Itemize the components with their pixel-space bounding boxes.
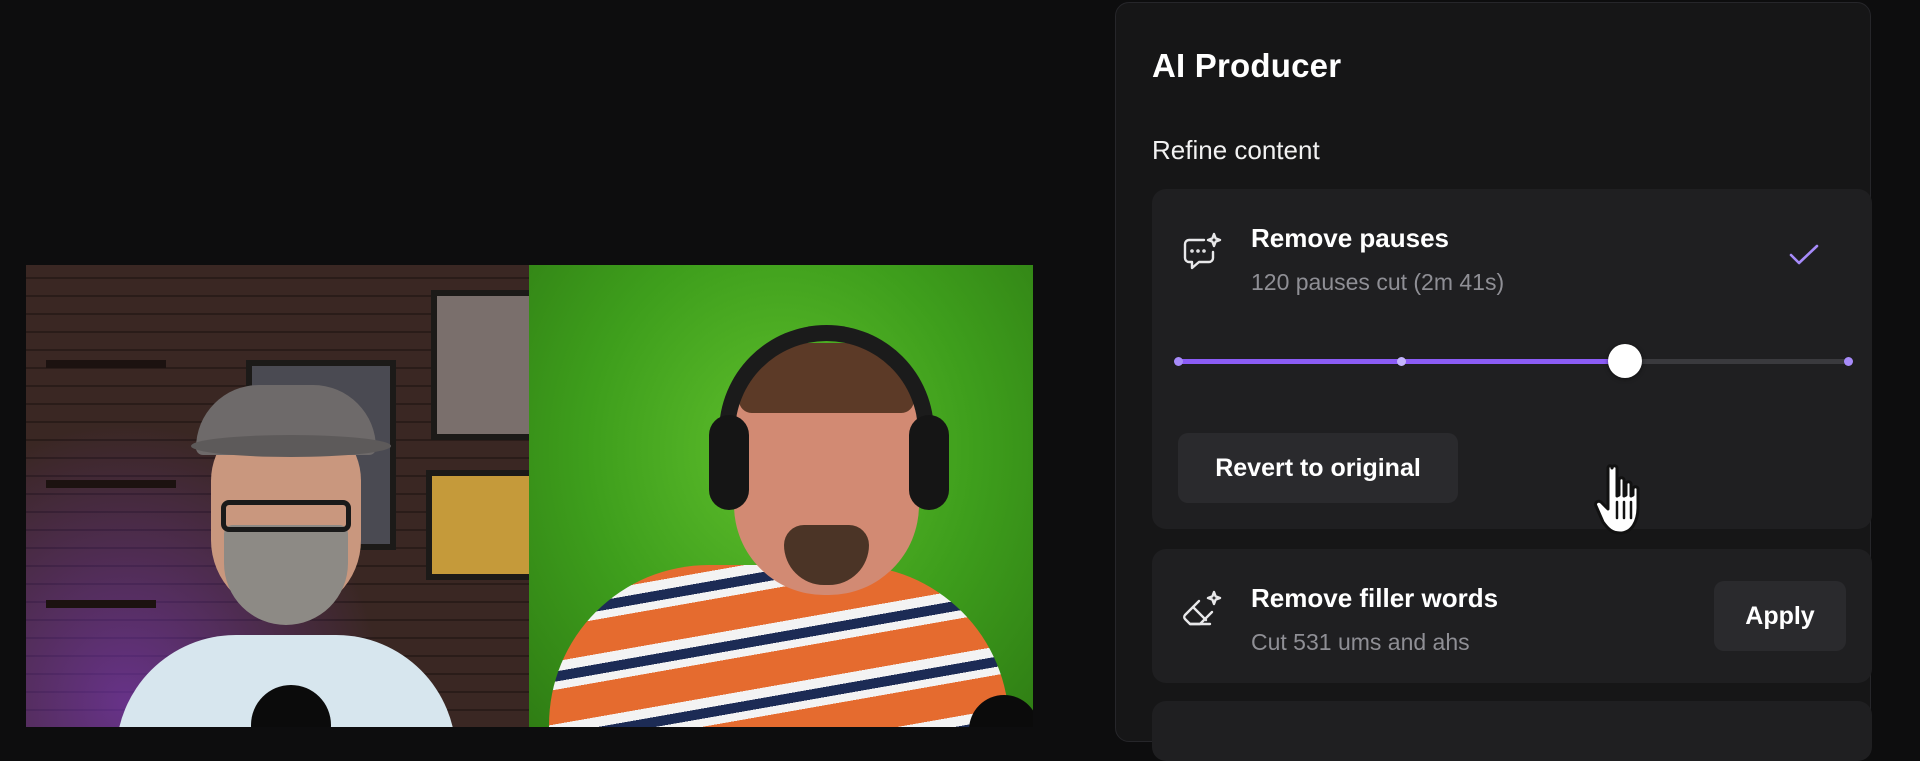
slider-stop[interactable] bbox=[1174, 357, 1183, 366]
remove-filler-words-card[interactable]: Remove filler words Cut 531 ums and ahs … bbox=[1152, 549, 1872, 683]
panel-title: AI Producer bbox=[1152, 47, 1342, 84]
slider-stop[interactable] bbox=[1397, 357, 1407, 366]
eraser-sparkle-icon bbox=[1183, 590, 1222, 626]
next-card[interactable] bbox=[1152, 701, 1872, 761]
section-title: Refine content bbox=[1152, 135, 1320, 165]
apply-button[interactable]: Apply bbox=[1714, 581, 1846, 651]
ai-producer-panel: AI Producer Refine content Remove pauses… bbox=[1115, 2, 1872, 761]
remove-pauses-subtitle: 120 pauses cut (2m 41s) bbox=[1251, 269, 1505, 295]
remove-filler-title: Remove filler words bbox=[1251, 583, 1499, 613]
remove-filler-subtitle: Cut 531 ums and ahs bbox=[1251, 629, 1470, 655]
remove-pauses-card[interactable]: Remove pauses 120 pauses cut (2m 41s) Re… bbox=[1152, 189, 1872, 529]
video-feed-left bbox=[26, 265, 529, 727]
slider-stop[interactable] bbox=[1844, 357, 1853, 366]
revert-to-original-button[interactable]: Revert to original bbox=[1178, 433, 1458, 503]
remove-pauses-title: Remove pauses bbox=[1251, 223, 1449, 253]
slider-thumb[interactable] bbox=[1607, 344, 1642, 378]
checkmark-icon bbox=[1789, 244, 1819, 265]
pause-sensitivity-slider[interactable] bbox=[1174, 344, 1853, 378]
chat-sparkle-icon bbox=[1183, 232, 1222, 270]
video-feed-right bbox=[529, 265, 1033, 727]
video-preview bbox=[26, 265, 1033, 727]
hand-pointer-cursor-icon bbox=[1594, 464, 1640, 535]
